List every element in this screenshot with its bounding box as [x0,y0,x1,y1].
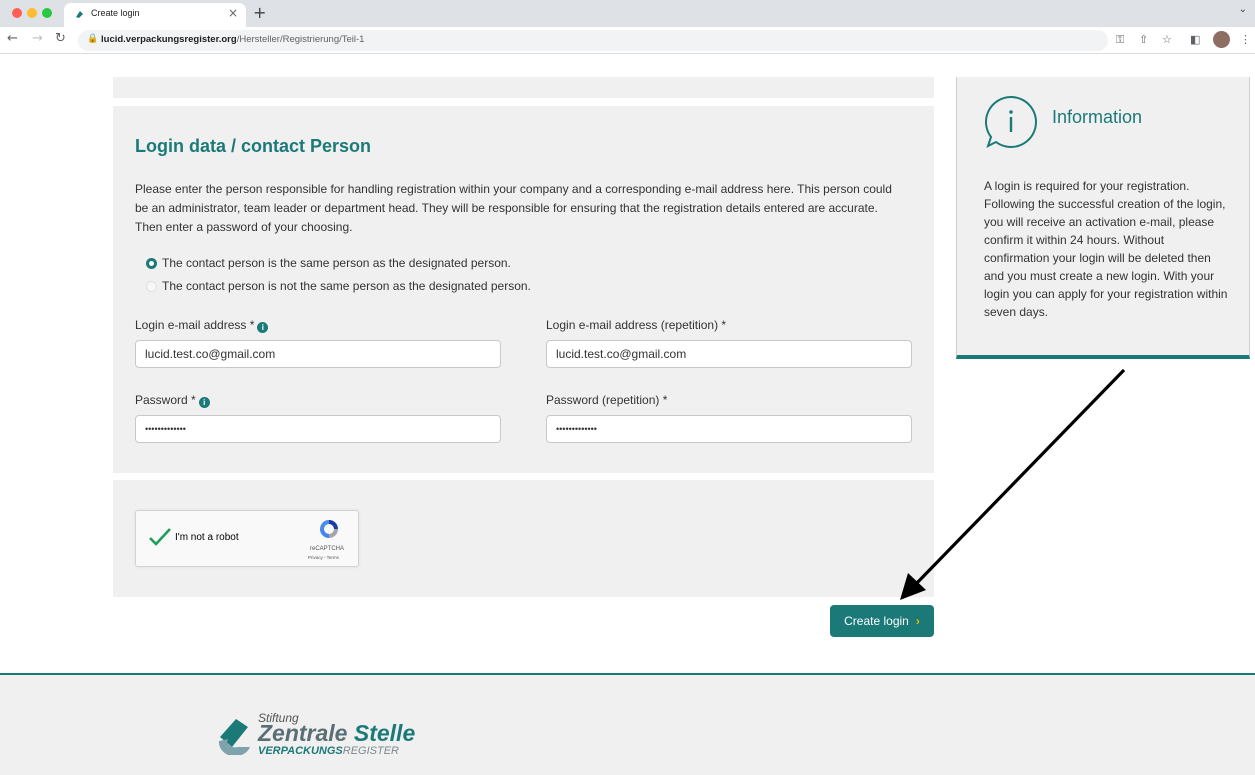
info-icon[interactable]: i [257,322,269,333]
address-bar[interactable]: 🔒 lucid.verpackungsregister.org/Herstell… [78,30,1108,51]
browser-toolbar: ← → ↻ 🔒 lucid.verpackungsregister.org/He… [0,27,1255,54]
browser-menu-icon[interactable]: ⋮ [1240,33,1251,46]
password-field[interactable]: ••••••••••••• [135,415,501,443]
radio-label: The contact person is the same person as… [162,256,511,270]
browser-tab-bar: Create login × + ⌄ [0,0,1255,27]
recaptcha-logo-icon [320,520,338,538]
url-text: lucid.verpackungsregister.org/Hersteller… [101,34,365,45]
recaptcha-brand: reCAPTCHA [310,546,345,552]
email-field[interactable]: lucid.test.co@gmail.com [135,340,501,368]
radio-selected-icon[interactable] [146,258,157,269]
radio-unselected-icon[interactable] [146,281,157,292]
logo-line-3: VERPACKUNGSREGISTER [258,745,399,757]
information-panel: Information A login is required for your… [956,77,1250,359]
bookmark-star-icon[interactable]: ☆ [1162,33,1172,46]
site-favicon-icon [76,11,83,18]
recaptcha-privacy-terms-link[interactable]: Privacy - Terms [308,555,339,560]
info-speech-bubble-icon [985,95,1037,148]
browser-tab[interactable]: Create login × [64,3,246,27]
zsvr-logo-icon [218,719,250,755]
lock-icon: 🔒 [87,34,99,44]
email-repeat-field[interactable]: lucid.test.co@gmail.com [546,340,912,368]
recaptcha-label: I'm not a robot [175,532,239,543]
password-label: Password * i [135,393,210,408]
email-label: Login e-mail address * i [135,318,269,333]
email-repeat-label: Login e-mail address (repetition) * [546,318,727,332]
minimize-window-button[interactable] [27,8,37,18]
tab-title: Create login [91,8,140,18]
logo-line-2: Zentrale Stelle [258,720,416,746]
zoom-window-button[interactable] [42,8,52,18]
previous-section-panel [113,77,934,98]
chevron-right-icon: › [915,614,920,628]
information-text: A login is required for your registratio… [984,179,1228,319]
share-icon[interactable]: ⇧ [1139,33,1148,46]
information-title: Information [1052,107,1143,127]
create-login-button[interactable]: Create login › [830,605,934,637]
checkmark-icon[interactable] [148,525,172,549]
forward-arrow-icon[interactable]: → [32,31,43,46]
intro-text: Please enter the person responsible for … [135,182,892,234]
close-window-button[interactable] [12,8,22,18]
password-repeat-field[interactable]: ••••••••••••• [546,415,912,443]
section-heading: Login data / contact Person [135,136,372,156]
password-repeat-label: Password (repetition) * [546,393,668,407]
reload-icon[interactable]: ↻ [55,31,66,46]
profile-avatar[interactable] [1213,31,1230,48]
tab-search-chevron-icon[interactable]: ⌄ [1239,4,1247,15]
new-tab-button[interactable]: + [253,3,266,22]
back-arrow-icon[interactable]: ← [7,31,18,46]
side-panel-icon[interactable]: ◧ [1190,33,1200,46]
info-icon[interactable]: i [198,397,210,408]
tab-close-icon[interactable]: × [228,6,238,20]
page-footer: Stiftung Zentrale Stelle VERPACKUNGSREGI… [0,673,1255,775]
radio-label: The contact person is not the same perso… [162,279,531,293]
recaptcha-widget[interactable]: I'm not a robot reCAPTCHA Privacy - Term… [135,510,359,567]
key-icon[interactable]: ⚿ [1116,33,1124,47]
